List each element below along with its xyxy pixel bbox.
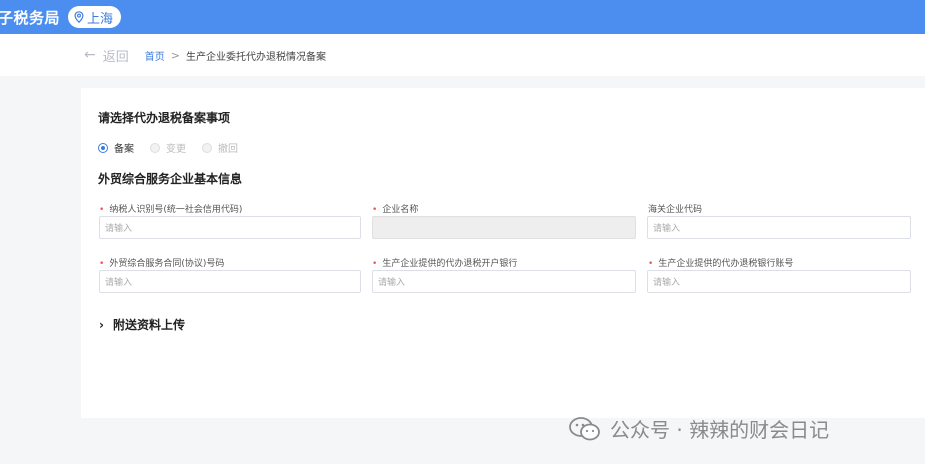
attachment-section-title: 附送资料上传: [112, 318, 185, 332]
app-title: 子税务局: [0, 8, 61, 27]
breadcrumb: 首页 > 生产企业委托代办退税情况备案: [145, 48, 326, 63]
required-mark: •: [372, 205, 378, 215]
radio-disabled-icon: [202, 142, 212, 153]
form-card: 请选择代办退税备案事项 备案 变更 撤回 外贸综合服务企业基本信息 • 纳税人识别…: [81, 88, 925, 418]
customs-code-label: 海关企业代码: [648, 205, 703, 215]
bank-name-input[interactable]: 请输入: [372, 270, 636, 293]
taxpayer-id-input[interactable]: 请输入: [99, 216, 361, 239]
contract-number-input[interactable]: 请输入: [99, 270, 361, 293]
required-mark: •: [372, 259, 378, 269]
required-mark: •: [99, 259, 105, 269]
company-name-input: [372, 216, 636, 239]
company-name-label: • 企业名称: [372, 205, 419, 215]
chevron-right-icon: ›: [99, 317, 104, 332]
watermark: 公众号 · 辣辣的财会日记: [568, 414, 829, 443]
breadcrumb-separator: >: [170, 48, 180, 62]
radio-option-filing[interactable]: 备案: [98, 140, 134, 155]
watermark-text: 公众号 · 辣辣的财会日记: [610, 418, 830, 442]
taxpayer-id-label: • 纳税人识别号(统一社会信用代码): [99, 205, 243, 215]
bank-name-label: • 生产企业提供的代办退税开户银行: [372, 259, 518, 269]
radio-option-withdraw[interactable]: 撤回: [202, 140, 238, 155]
filing-type-radio-group: 备案 变更 撤回: [98, 140, 254, 155]
top-header-bar: 子税务局 上海: [0, 0, 925, 34]
required-mark: •: [648, 259, 654, 269]
back-button[interactable]: ← 返回: [84, 46, 129, 65]
breadcrumb-current: 生产企业委托代办退税情况备案: [185, 51, 326, 63]
customs-code-input[interactable]: 请输入: [647, 216, 911, 239]
bank-account-label: • 生产企业提供的代办退税银行账号: [648, 259, 794, 269]
basic-info-title: 外贸综合服务企业基本信息: [98, 172, 243, 186]
region-selector[interactable]: 上海: [68, 6, 122, 28]
required-mark: •: [99, 205, 105, 215]
location-pin-icon: [74, 11, 84, 23]
select-item-title: 请选择代办退税备案事项: [98, 111, 231, 125]
back-label: 返回: [102, 49, 129, 65]
breadcrumb-home-link[interactable]: 首页: [145, 48, 165, 63]
radio-option-change[interactable]: 变更: [150, 140, 186, 155]
wechat-icon: [569, 416, 600, 440]
breadcrumb-bar: ← 返回 首页 > 生产企业委托代办退税情况备案: [0, 34, 925, 76]
radio-label: 撤回: [218, 144, 238, 155]
back-arrow-icon: ←: [84, 47, 96, 63]
radio-label: 变更: [166, 144, 186, 155]
contract-number-label: • 外贸综合服务合同(协议)号码: [99, 259, 225, 269]
region-label: 上海: [87, 11, 114, 27]
radio-selected-icon: [98, 142, 108, 153]
attachment-section-toggle[interactable]: › 附送资料上传: [99, 316, 185, 333]
bank-account-input[interactable]: 请输入: [647, 270, 911, 293]
radio-label: 备案: [114, 144, 134, 155]
radio-disabled-icon: [150, 142, 160, 153]
